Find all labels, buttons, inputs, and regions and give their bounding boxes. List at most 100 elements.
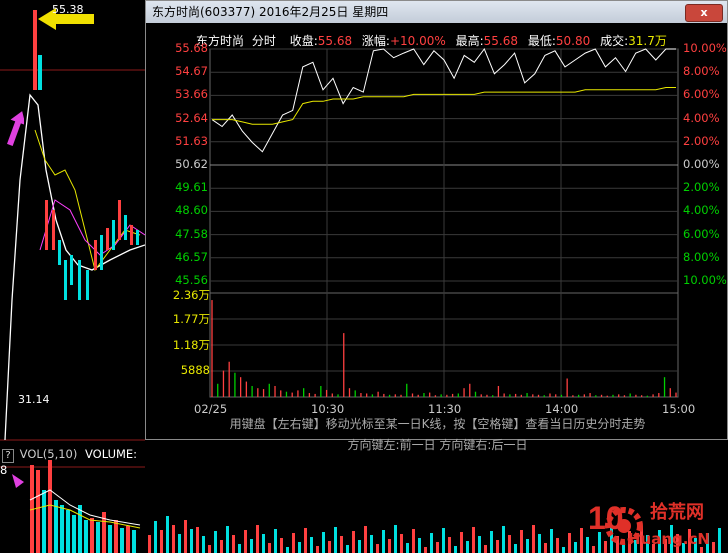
intraday-chart[interactable]	[146, 1, 727, 441]
kline-high-tag: 55.38	[52, 3, 84, 16]
bottom-volume-bar	[166, 516, 169, 553]
bottom-volume-bar	[370, 535, 373, 553]
bottom-volume-bar	[388, 539, 391, 553]
price-tick-label: 55.68	[175, 41, 208, 55]
bottom-volume-bar	[292, 533, 295, 553]
bottom-volume-bar	[274, 529, 277, 553]
bottom-volume-bar	[520, 530, 523, 553]
bottom-volume-bar	[412, 529, 415, 553]
percent-tick-label: 6.00%	[683, 226, 720, 241]
bottom-volume-bar	[310, 537, 313, 553]
bottom-volume-bar	[256, 525, 259, 553]
percent-tick-label: 0.00%	[683, 157, 720, 171]
bottom-volume-bar	[490, 531, 493, 553]
intraday-popup-window[interactable]: 东方时尚(603377) 2016年2月25日 星期四 x 东方时尚 分时 收盘…	[145, 0, 728, 452]
bottom-volume-bar	[364, 526, 367, 553]
bottom-volume-bar	[178, 534, 181, 553]
bottom-volume-bar	[580, 528, 583, 553]
bottom-volume-bar	[478, 536, 481, 553]
price-tick-label: 47.58	[175, 226, 208, 241]
price-tick-label: 48.60	[175, 203, 208, 218]
bottom-volume-bar	[538, 534, 541, 553]
price-tick-label: 45.56	[175, 273, 208, 287]
candle	[38, 55, 42, 90]
bottom-volume-bar	[574, 542, 577, 553]
help-icon[interactable]: ?	[2, 449, 14, 463]
bottom-volume-bar	[472, 527, 475, 553]
bottom-volume-bar	[154, 521, 157, 553]
bottom-volume-bar	[148, 535, 151, 553]
price-tick-label: 54.67	[175, 64, 208, 79]
bottom-volume-bar	[328, 541, 331, 553]
percent-tick-label: 8.00%	[683, 64, 720, 79]
bottom-volume-bar	[226, 526, 229, 553]
bottom-volume-bar	[394, 525, 397, 553]
bottom-volume-bar	[484, 545, 487, 553]
bottom-volume-bar	[532, 525, 535, 553]
kline-low-tag: 31.14	[18, 393, 50, 406]
bottom-volume-bar	[334, 527, 337, 553]
candle	[100, 235, 103, 270]
bottom-volume-bar	[160, 530, 163, 553]
bottom-volume-bar	[712, 542, 715, 553]
logo-text: 拾荒网	[650, 502, 704, 523]
bottom-volume-bar	[172, 525, 175, 553]
kline-candles	[33, 10, 139, 300]
bottom-volume-bar	[502, 526, 505, 553]
bottom-volume-bar	[286, 547, 289, 553]
bottom-volume-bar	[220, 540, 223, 553]
percent-tick-label: 10.00%	[683, 41, 727, 55]
time-tick-label: 11:30	[428, 402, 462, 416]
bottom-volume-bar	[592, 546, 595, 553]
bottom-volume-bar	[184, 520, 187, 553]
bottom-volume-bar	[262, 534, 265, 553]
bottom-volume-bar	[346, 545, 349, 553]
candle	[86, 270, 89, 300]
bottom-volume-bar	[190, 529, 193, 553]
kline-ma-line-white	[4, 93, 145, 441]
bottom-volume-bar	[496, 540, 499, 553]
hint-line-1: 用键盘【左右键】移动光标至某一日K线，按【空格键】查看当日历史分时走势	[229, 417, 646, 431]
logo-subtext: Huang.cN	[628, 530, 710, 548]
price-tick-label: 53.66	[175, 87, 208, 102]
bottom-volume-bar	[544, 543, 547, 553]
bottom-volume-bar	[526, 539, 529, 553]
magenta-arrow-down-icon	[12, 474, 24, 488]
candle	[118, 200, 121, 240]
bottom-volume-bar	[298, 542, 301, 553]
percent-tick-label: 8.00%	[683, 249, 720, 264]
volume-tick-label: 2.36万	[172, 288, 210, 302]
kline-ma-line-yellow	[34, 129, 141, 272]
bottom-volume-bar	[406, 543, 409, 553]
bottom-volume-bar	[316, 546, 319, 553]
percent-tick-label: 4.00%	[683, 203, 720, 218]
bottom-volume-bar	[208, 545, 211, 553]
bottom-volume-bar	[454, 546, 457, 553]
bottom-volume-bar	[568, 533, 571, 553]
bottom-volume-bar	[442, 528, 445, 553]
volume-tick-label: 1.77万	[172, 312, 210, 326]
bottom-volume-bar	[244, 530, 247, 553]
bottom-volume-bar	[196, 527, 199, 553]
price-tick-label: 49.61	[175, 180, 208, 195]
bottom-volume-bar	[214, 531, 217, 553]
bottom-volume-bar	[376, 544, 379, 553]
price-tick-label: 46.57	[175, 249, 208, 264]
volume-tick-label: 5888	[180, 363, 210, 377]
volume-indicator-bar: ? VOL(5,10) VOLUME: 8	[0, 447, 145, 477]
candle	[52, 210, 55, 250]
bottom-volume-bar	[322, 532, 325, 553]
bottom-volume-bar	[418, 538, 421, 553]
bottom-volume-bar	[448, 537, 451, 553]
bottom-volume-bar	[424, 547, 427, 553]
candle	[78, 260, 81, 300]
bottom-volume-bar	[430, 533, 433, 553]
bottom-volume-bar	[202, 536, 205, 553]
vol-indicator-name[interactable]: VOL(5,10)	[20, 447, 78, 461]
candle	[130, 225, 133, 245]
bottom-volume-bar	[304, 528, 307, 553]
volume-tick-label: 1.18万	[172, 338, 210, 352]
bottom-volume-bar	[508, 535, 511, 553]
bottom-volume-bar	[718, 528, 721, 553]
bottom-volume-bar	[562, 547, 565, 553]
